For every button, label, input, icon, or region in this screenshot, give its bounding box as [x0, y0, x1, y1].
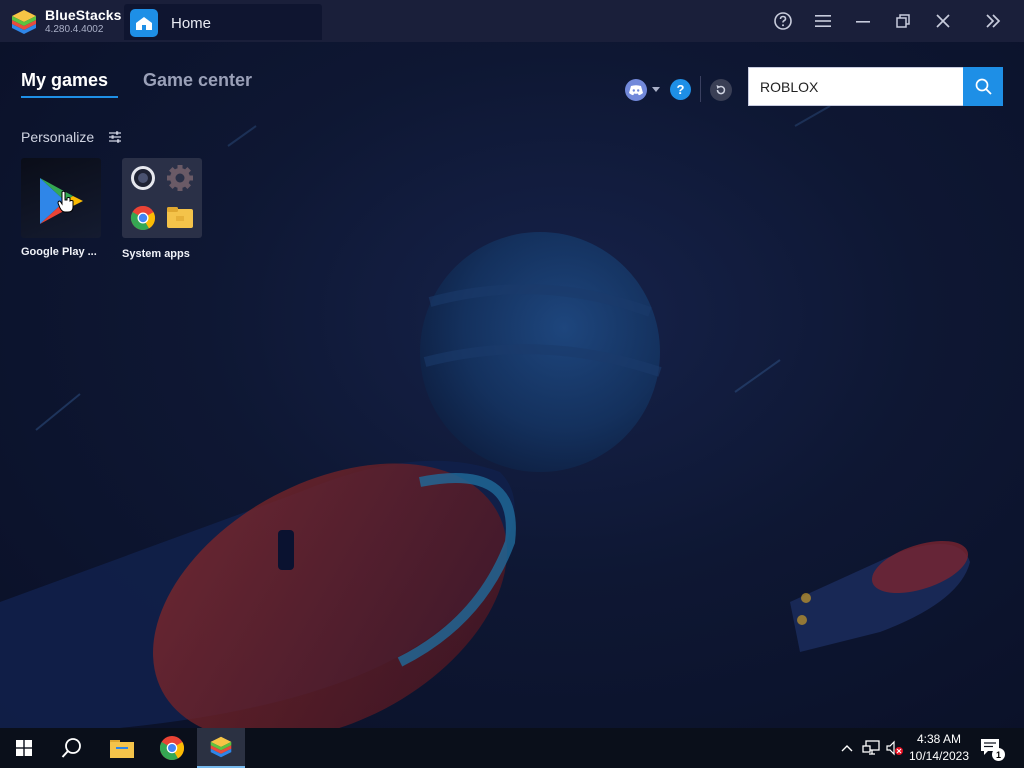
- app-version: 4.280.4.4002: [45, 24, 104, 35]
- show-hidden-icons-button[interactable]: [838, 739, 856, 757]
- close-button[interactable]: [929, 8, 957, 34]
- hamburger-menu-icon: [815, 15, 831, 27]
- app-label-system-apps: System apps: [122, 248, 190, 260]
- restore-button[interactable]: [889, 8, 917, 34]
- network-icon: [862, 740, 880, 755]
- expand-sidebar-button[interactable]: [979, 8, 1007, 34]
- tab-game-center[interactable]: Game center: [143, 70, 252, 91]
- file-explorer-icon: [110, 740, 134, 758]
- search-icon: [61, 738, 81, 758]
- windows-taskbar: 4:38 AM 10/14/2023 1: [0, 728, 1024, 768]
- windows-logo-icon: [16, 740, 32, 756]
- restore-window-icon: [896, 14, 910, 28]
- active-tab-indicator: [21, 96, 118, 98]
- bluestacks-logo-icon: [12, 10, 36, 34]
- home-screen: My games Game center Personalize Google …: [0, 42, 1024, 728]
- action-center-button[interactable]: 1: [980, 738, 1005, 761]
- sliders-icon[interactable]: [108, 130, 122, 144]
- space-background-art: [0, 105, 970, 728]
- chevron-up-icon: [841, 745, 853, 752]
- home-tab-label: Home: [171, 15, 212, 32]
- tab-home[interactable]: Home: [124, 4, 322, 40]
- tab-my-games[interactable]: My games: [21, 70, 108, 91]
- minimize-icon: [856, 21, 870, 23]
- speaker-muted-icon: [886, 740, 903, 756]
- help-button[interactable]: ?: [670, 79, 691, 100]
- bluestacks-logo-icon: [210, 736, 232, 758]
- help-circle-button[interactable]: [769, 8, 797, 34]
- search-icon: [975, 78, 992, 95]
- personalize-label[interactable]: Personalize: [21, 129, 94, 145]
- question-circle-icon: [774, 12, 792, 30]
- app-label-google-play: Google Play ...: [21, 246, 97, 258]
- app-name: BlueStacks: [45, 7, 122, 23]
- double-chevron-right-icon: [986, 14, 1001, 28]
- search-box: [748, 67, 964, 106]
- menu-button[interactable]: [809, 8, 837, 34]
- home-icon: [130, 9, 158, 37]
- title-bar: BlueStacks 4.280.4.4002 Home: [0, 0, 1024, 42]
- discord-button[interactable]: [625, 79, 647, 101]
- app-tile-google-play[interactable]: [21, 158, 101, 238]
- caret-down-icon[interactable]: [652, 87, 660, 93]
- volume-tray-button[interactable]: [886, 739, 904, 757]
- minimize-button[interactable]: [849, 8, 877, 34]
- clock-time[interactable]: 4:38 AM: [910, 732, 968, 746]
- start-button[interactable]: [0, 728, 48, 768]
- refresh-button[interactable]: [710, 79, 732, 101]
- notification-count-badge: 1: [992, 748, 1005, 761]
- taskbar-search-button[interactable]: [48, 728, 96, 768]
- clock-date[interactable]: 10/14/2023: [906, 749, 972, 763]
- taskbar-chrome[interactable]: [148, 728, 196, 768]
- close-icon: [936, 14, 950, 28]
- mouse-hand-cursor-icon: [57, 190, 74, 213]
- discord-icon: [629, 84, 643, 95]
- taskbar-bluestacks[interactable]: [197, 728, 245, 768]
- taskbar-file-explorer[interactable]: [98, 728, 146, 768]
- app-tile-system-apps[interactable]: [122, 158, 202, 238]
- toolbar-divider: [700, 76, 701, 102]
- search-input[interactable]: [749, 68, 963, 105]
- network-tray-button[interactable]: [862, 739, 880, 757]
- system-apps-folder-icon: [130, 165, 193, 231]
- search-button[interactable]: [963, 67, 1003, 106]
- refresh-icon: [716, 85, 726, 95]
- chrome-icon: [160, 736, 184, 760]
- bluestacks-brand: BlueStacks 4.280.4.4002: [8, 5, 128, 37]
